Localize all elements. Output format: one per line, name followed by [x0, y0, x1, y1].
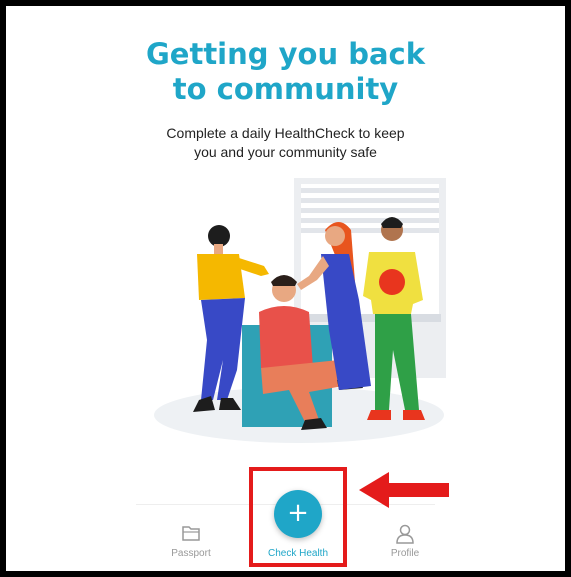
- user-icon: [396, 524, 414, 544]
- folder-icon: [182, 526, 200, 541]
- page-subtitle: Complete a daily HealthCheck to keep you…: [16, 124, 555, 162]
- page-title-line2: to community: [172, 72, 399, 106]
- tab-profile-label: Profile: [390, 548, 420, 559]
- highlight-box: [249, 467, 347, 567]
- app-screen: Getting you back to community Complete a…: [16, 12, 555, 567]
- subtitle-line2: you and your community safe: [194, 144, 377, 160]
- arrow-left-icon: [359, 472, 449, 508]
- tab-passport-label: Passport: [171, 548, 211, 559]
- community-illustration: [154, 178, 446, 443]
- page-title-line1: Getting you back: [145, 37, 425, 71]
- screen-frame: Getting you back to community Complete a…: [6, 6, 565, 571]
- subtitle-line1: Complete a daily HealthCheck to keep: [166, 125, 405, 141]
